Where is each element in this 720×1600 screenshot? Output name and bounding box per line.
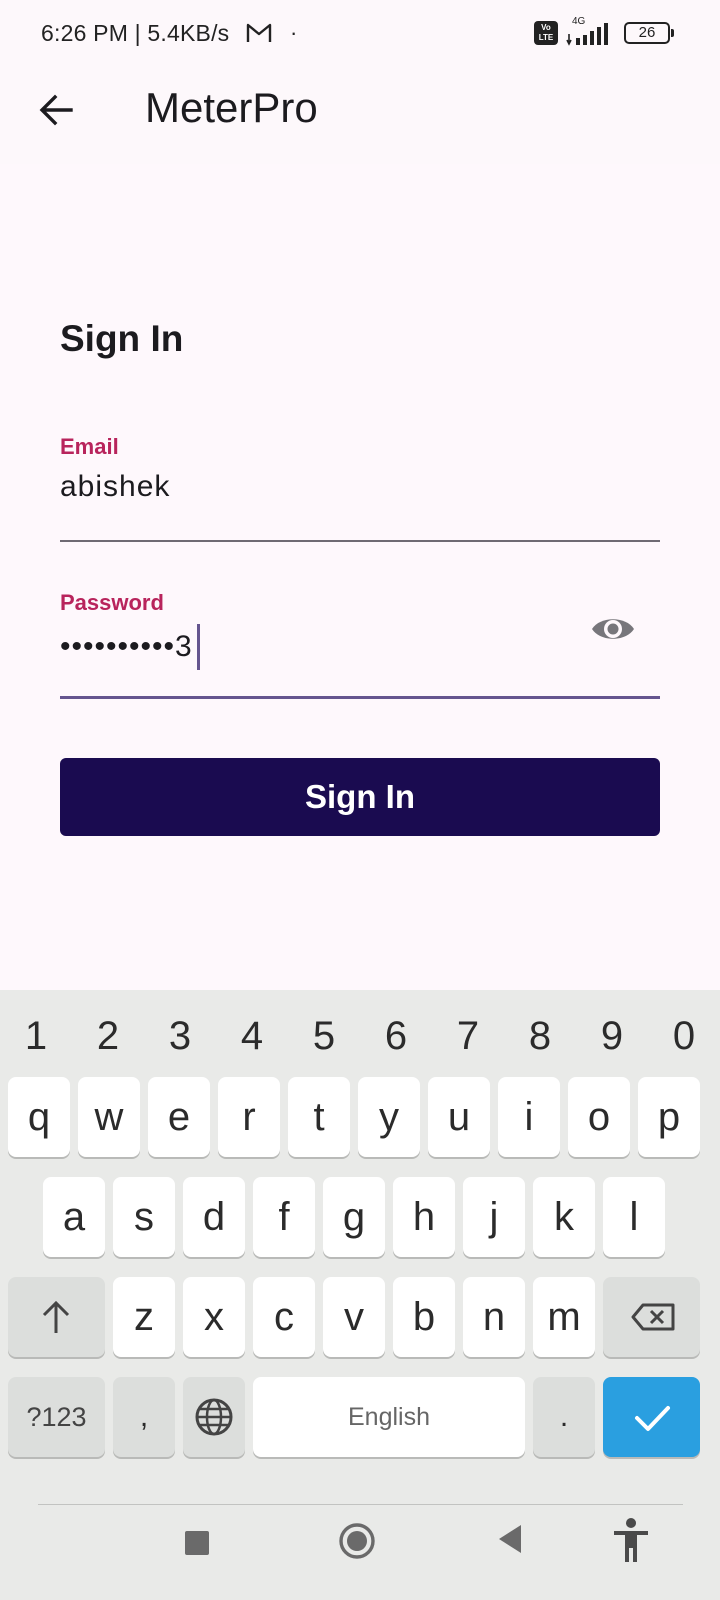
comma-key[interactable]: ,: [113, 1377, 175, 1457]
email-underline: [60, 540, 660, 542]
shift-key[interactable]: [8, 1277, 105, 1357]
show-password-icon[interactable]: [590, 612, 636, 646]
space-key[interactable]: English: [253, 1377, 525, 1457]
key-b[interactable]: b: [393, 1277, 455, 1357]
password-input[interactable]: ••••••••••3: [60, 624, 660, 670]
key-n[interactable]: n: [463, 1277, 525, 1357]
key-a[interactable]: a: [43, 1177, 105, 1257]
page-title: Sign In: [60, 318, 184, 359]
key-t[interactable]: t: [288, 1077, 350, 1157]
key-h[interactable]: h: [393, 1177, 455, 1257]
key-2[interactable]: 2: [72, 990, 144, 1082]
battery-level: 26: [638, 24, 656, 41]
key-4[interactable]: 4: [216, 990, 288, 1082]
home-icon[interactable]: [338, 1522, 376, 1560]
key-w[interactable]: w: [78, 1077, 140, 1157]
key-c[interactable]: c: [253, 1277, 315, 1357]
network-type: 4G: [572, 16, 586, 27]
symbols-key[interactable]: ?123: [8, 1377, 105, 1457]
key-d[interactable]: d: [183, 1177, 245, 1257]
sign-in-form: Sign In Email abishek Password •••••••••…: [0, 164, 720, 990]
key-u[interactable]: u: [428, 1077, 490, 1157]
key-5[interactable]: 5: [288, 990, 360, 1082]
recents-icon[interactable]: [184, 1530, 210, 1556]
backspace-icon: [631, 1303, 675, 1331]
notification-dot: ·: [290, 20, 298, 45]
signal-icon: 4G: [566, 16, 616, 46]
key-8[interactable]: 8: [504, 990, 576, 1082]
email-label: Email: [60, 434, 119, 459]
enter-key[interactable]: [603, 1377, 700, 1457]
screen: 6:26 PM | 5.4KB/s · Vo LTE 4G 26 MeterPr…: [0, 0, 720, 1600]
status-icons: Vo LTE 4G 26: [534, 16, 674, 46]
key-s[interactable]: s: [113, 1177, 175, 1257]
key-g[interactable]: g: [323, 1177, 385, 1257]
key-x[interactable]: x: [183, 1277, 245, 1357]
key-z[interactable]: z: [113, 1277, 175, 1357]
number-row: 1 2 3 4 5 6 7 8 9 0: [0, 990, 720, 1082]
gmail-icon: [246, 23, 272, 42]
battery-icon: 26: [624, 22, 674, 44]
app-bar: MeterPro: [0, 70, 720, 164]
password-label: Password: [60, 590, 164, 615]
volte-icon: Vo LTE: [534, 21, 558, 45]
key-j[interactable]: j: [463, 1177, 525, 1257]
globe-icon: [195, 1398, 233, 1436]
key-l[interactable]: l: [603, 1177, 665, 1257]
status-bar: 6:26 PM | 5.4KB/s · Vo LTE 4G 26: [0, 0, 720, 70]
navigation-bar: [0, 1500, 720, 1600]
password-field[interactable]: Password ••••••••••3: [60, 590, 660, 700]
password-value: ••••••••••3: [60, 630, 193, 663]
status-time: 6:26 PM | 5.4KB/s: [41, 20, 230, 46]
nav-divider: [38, 1504, 683, 1505]
volte-bottom-text: LTE: [538, 33, 554, 42]
key-e[interactable]: e: [148, 1077, 210, 1157]
key-m[interactable]: m: [533, 1277, 595, 1357]
key-o[interactable]: o: [568, 1077, 630, 1157]
key-1[interactable]: 1: [0, 990, 72, 1082]
period-key[interactable]: .: [533, 1377, 595, 1457]
key-9[interactable]: 9: [576, 990, 648, 1082]
key-v[interactable]: v: [323, 1277, 385, 1357]
back-triangle-icon[interactable]: [497, 1524, 523, 1554]
key-y[interactable]: y: [358, 1077, 420, 1157]
email-input[interactable]: abishek: [60, 470, 660, 512]
key-r[interactable]: r: [218, 1077, 280, 1157]
keyboard: 1 2 3 4 5 6 7 8 9 0 q w e r t y u i o p …: [0, 990, 720, 1500]
key-f[interactable]: f: [253, 1177, 315, 1257]
key-k[interactable]: k: [533, 1177, 595, 1257]
back-arrow-icon[interactable]: [38, 92, 74, 128]
backspace-key[interactable]: [603, 1277, 700, 1357]
app-title: MeterPro: [145, 84, 318, 131]
key-p[interactable]: p: [638, 1077, 700, 1157]
key-6[interactable]: 6: [360, 990, 432, 1082]
key-q[interactable]: q: [8, 1077, 70, 1157]
key-0[interactable]: 0: [648, 990, 720, 1082]
email-field[interactable]: Email abishek: [60, 434, 660, 542]
language-key[interactable]: [183, 1377, 245, 1457]
sign-in-button[interactable]: Sign In: [60, 758, 660, 836]
password-underline: [60, 696, 660, 699]
shift-arrow-icon: [42, 1300, 70, 1333]
volte-top-text: Vo: [541, 23, 551, 32]
checkmark-icon: [635, 1406, 670, 1431]
key-i[interactable]: i: [498, 1077, 560, 1157]
key-7[interactable]: 7: [432, 990, 504, 1082]
accessibility-icon[interactable]: [612, 1518, 650, 1564]
key-3[interactable]: 3: [144, 990, 216, 1082]
text-cursor: [196, 624, 200, 670]
